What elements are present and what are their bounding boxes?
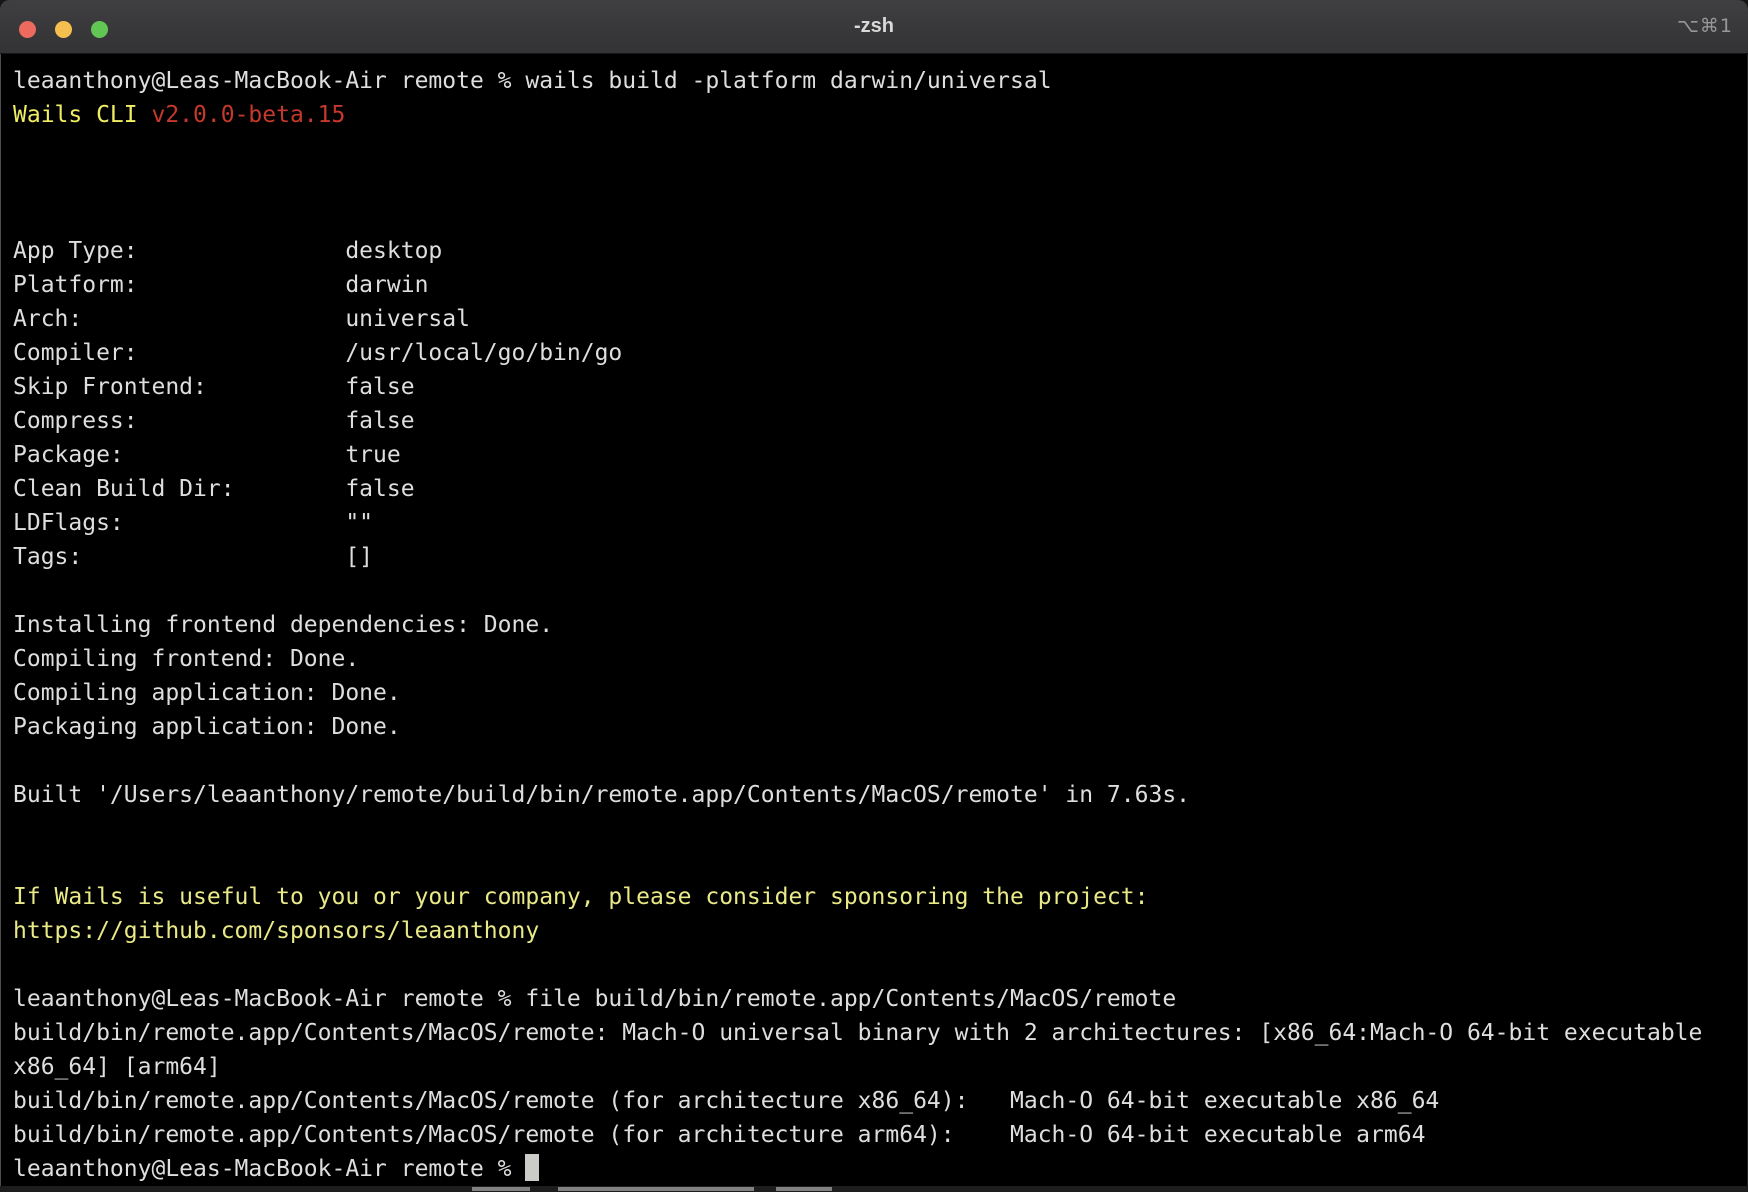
terminal-line: Arch: universal (13, 302, 1748, 336)
terminal-window: -zsh ⌥⌘1 leaanthony@Leas-MacBook-Air rem… (0, 0, 1748, 1186)
terminal-line (13, 948, 1748, 982)
terminal-line: https://github.com/sponsors/leaanthony (13, 914, 1748, 948)
terminal-line: Compiling application: Done. (13, 676, 1748, 710)
terminal-line: leaanthony@Leas-MacBook-Air remote % wai… (13, 64, 1748, 98)
window-title: -zsh (0, 0, 1748, 53)
terminal-line (13, 574, 1748, 608)
terminal-line: leaanthony@Leas-MacBook-Air remote % (13, 1152, 1748, 1186)
terminal-line (13, 132, 1748, 166)
terminal-line: Built '/Users/leaanthony/remote/build/bi… (13, 778, 1748, 812)
terminal-line: Platform: darwin (13, 268, 1748, 302)
terminal-line: App Type: desktop (13, 234, 1748, 268)
terminal-line: leaanthony@Leas-MacBook-Air remote % fil… (13, 982, 1748, 1016)
close-button[interactable] (19, 21, 36, 38)
background-text-fragment (776, 1187, 832, 1191)
background-text-fragment (558, 1187, 754, 1191)
minimize-button[interactable] (55, 21, 72, 38)
terminal-cursor (525, 1154, 539, 1181)
terminal-line: Compress: false (13, 404, 1748, 438)
terminal-line: build/bin/remote.app/Contents/MacOS/remo… (13, 1084, 1748, 1118)
terminal-line: Tags: [] (13, 540, 1748, 574)
terminal-line: build/bin/remote.app/Contents/MacOS/remo… (13, 1016, 1748, 1050)
terminal-line (13, 812, 1748, 846)
terminal-line: Installing frontend dependencies: Done. (13, 608, 1748, 642)
terminal-line: x86_64] [arm64] (13, 1050, 1748, 1084)
terminal-line (13, 200, 1748, 234)
terminal-line (13, 744, 1748, 778)
terminal-line: Wails CLI v2.0.0-beta.15 (13, 98, 1748, 132)
terminal-line: Compiler: /usr/local/go/bin/go (13, 336, 1748, 370)
terminal-line: If Wails is useful to you or your compan… (13, 880, 1748, 914)
traffic-lights (19, 21, 108, 38)
obscured-background-content (0, 1186, 1748, 1192)
titlebar[interactable]: -zsh ⌥⌘1 (0, 0, 1748, 54)
background-text-fragment (472, 1187, 530, 1191)
terminal-output[interactable]: leaanthony@Leas-MacBook-Air remote % wai… (0, 54, 1748, 1186)
terminal-line (13, 846, 1748, 880)
terminal-line (13, 166, 1748, 200)
terminal-line: Packaging application: Done. (13, 710, 1748, 744)
terminal-line: LDFlags: "" (13, 506, 1748, 540)
terminal-line: build/bin/remote.app/Contents/MacOS/remo… (13, 1118, 1748, 1152)
window-shortcut-badge: ⌥⌘1 (1677, 0, 1733, 53)
zoom-button[interactable] (91, 21, 108, 38)
terminal-line: Compiling frontend: Done. (13, 642, 1748, 676)
terminal-line: Package: true (13, 438, 1748, 472)
terminal-line: Skip Frontend: false (13, 370, 1748, 404)
terminal-line: Clean Build Dir: false (13, 472, 1748, 506)
